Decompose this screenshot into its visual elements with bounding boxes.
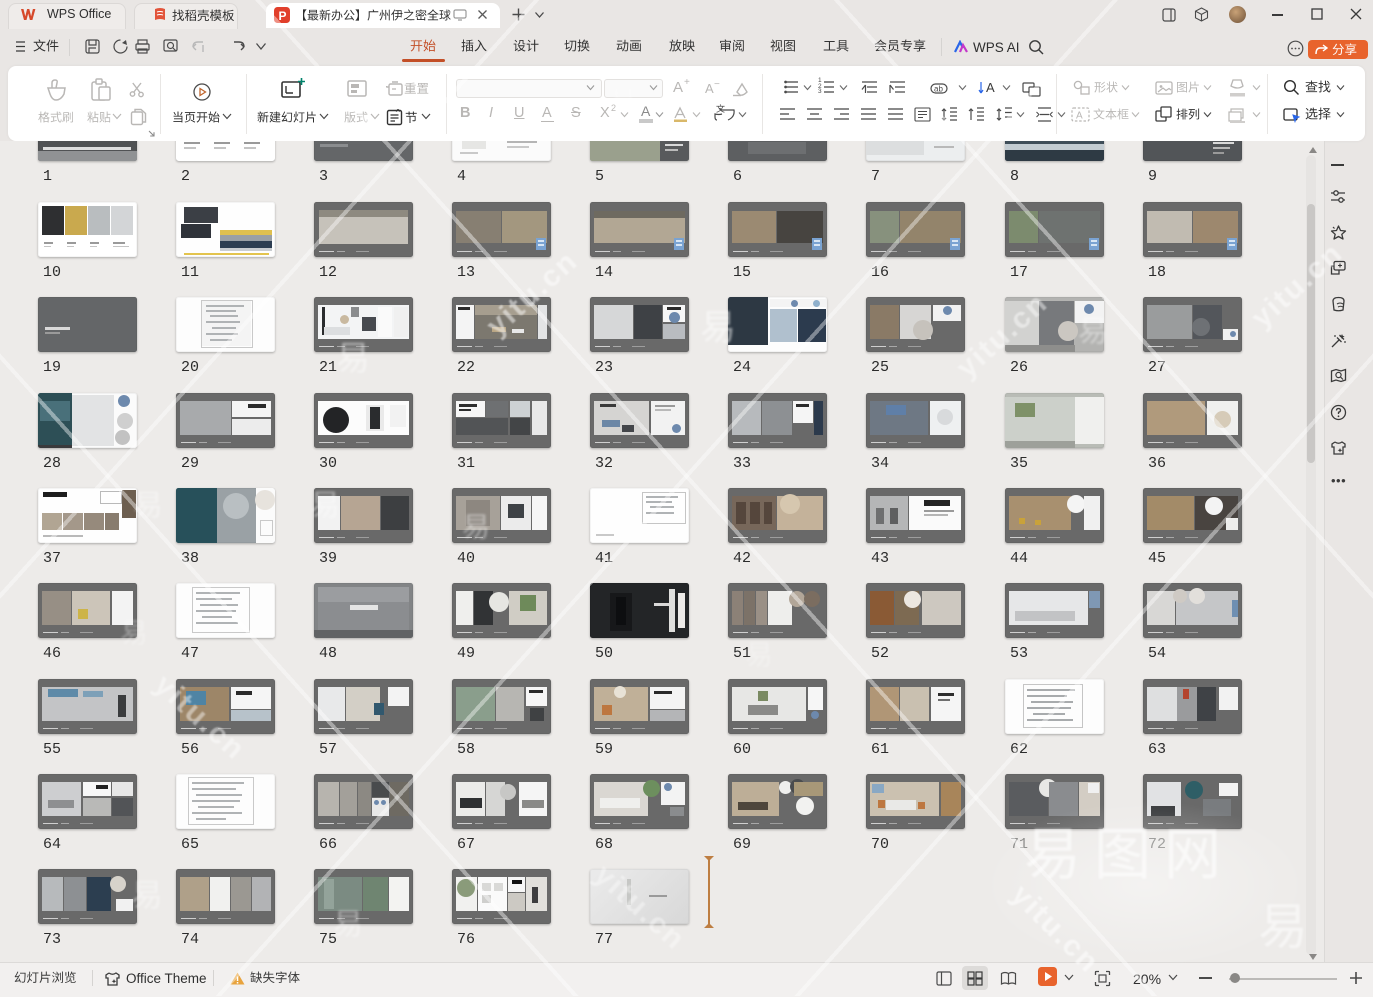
svg-text:ab: ab <box>934 85 943 94</box>
svg-text:A: A <box>986 80 995 95</box>
svg-text:A: A <box>1076 111 1083 122</box>
